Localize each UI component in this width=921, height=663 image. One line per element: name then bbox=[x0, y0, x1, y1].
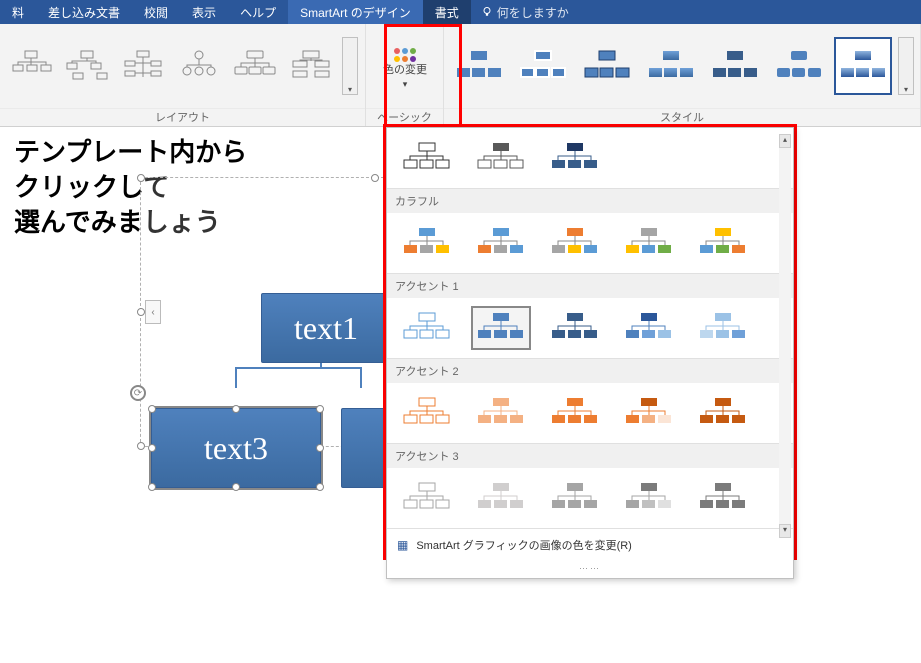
scrollbar-up-arrow[interactable]: ▴ bbox=[779, 134, 791, 148]
ribbon-group-layouts: レイアウト bbox=[0, 24, 366, 126]
dropdown-section-label: アクセント 3 bbox=[387, 443, 793, 468]
color-option[interactable] bbox=[471, 476, 531, 520]
tab-mailings[interactable]: 差し込み文書 bbox=[36, 0, 132, 24]
style-thumb[interactable] bbox=[450, 37, 508, 95]
color-option-selected[interactable] bbox=[471, 306, 531, 350]
resize-handle[interactable] bbox=[137, 308, 145, 316]
dropdown-row bbox=[387, 128, 793, 188]
dropdown-footer-label: SmartArt グラフィックの画像の色を変更(R) bbox=[416, 537, 632, 553]
color-option[interactable] bbox=[397, 136, 457, 180]
ribbon-group-label: ベーシック bbox=[366, 108, 443, 126]
color-option[interactable] bbox=[545, 391, 605, 435]
dropdown-section-label: アクセント 1 bbox=[387, 273, 793, 298]
resize-handle[interactable] bbox=[371, 174, 379, 182]
tab-view[interactable]: 表示 bbox=[180, 0, 228, 24]
smartart-node[interactable] bbox=[341, 408, 391, 488]
style-thumb[interactable] bbox=[642, 37, 700, 95]
layout-thumb[interactable] bbox=[62, 41, 112, 91]
color-dots-icon bbox=[394, 48, 416, 62]
resize-handle[interactable] bbox=[316, 405, 324, 413]
lightbulb-icon bbox=[481, 6, 493, 18]
color-change-button[interactable]: 色の変更 ▾ bbox=[370, 26, 440, 106]
color-option[interactable] bbox=[693, 476, 753, 520]
color-option[interactable] bbox=[471, 391, 531, 435]
layouts-more-button[interactable] bbox=[342, 37, 358, 95]
tab-smartart-design[interactable]: SmartArt のデザイン bbox=[288, 0, 423, 24]
ribbon: レイアウト 色の変更 ▾ ベーシック スタイル bbox=[0, 24, 921, 127]
color-option[interactable] bbox=[693, 221, 753, 265]
resize-handle[interactable] bbox=[232, 483, 240, 491]
color-option[interactable] bbox=[619, 306, 679, 350]
tab-help[interactable]: ヘルプ bbox=[228, 0, 288, 24]
color-change-label: 色の変更 bbox=[383, 64, 427, 77]
tab-fragment[interactable]: 料 bbox=[0, 0, 36, 24]
resize-handle[interactable] bbox=[137, 442, 145, 450]
picture-recolor-icon: ▦ bbox=[397, 538, 408, 552]
resize-handle[interactable] bbox=[148, 483, 156, 491]
dropdown-row bbox=[387, 383, 793, 443]
chevron-down-icon: ▾ bbox=[403, 79, 408, 90]
dropdown-section-label: カラフル bbox=[387, 188, 793, 213]
ribbon-group-label: レイアウト bbox=[0, 108, 365, 126]
resize-handle[interactable] bbox=[148, 405, 156, 413]
scrollbar-track[interactable] bbox=[779, 148, 791, 524]
color-option[interactable] bbox=[545, 136, 605, 180]
style-thumb[interactable] bbox=[578, 37, 636, 95]
layout-thumb[interactable] bbox=[118, 41, 168, 91]
color-option[interactable] bbox=[397, 391, 457, 435]
color-option[interactable] bbox=[545, 221, 605, 265]
scrollbar-down-arrow[interactable]: ▾ bbox=[779, 524, 791, 538]
layout-thumb[interactable] bbox=[286, 41, 336, 91]
style-thumb[interactable] bbox=[514, 37, 572, 95]
dropdown-row bbox=[387, 468, 793, 528]
color-option[interactable] bbox=[397, 221, 457, 265]
color-option[interactable] bbox=[619, 391, 679, 435]
dropdown-footer-item[interactable]: ▦ SmartArt グラフィックの画像の色を変更(R) bbox=[387, 528, 793, 561]
color-option[interactable] bbox=[397, 306, 457, 350]
node-text: text3 bbox=[204, 430, 268, 467]
layout-thumb[interactable] bbox=[230, 41, 280, 91]
tab-format[interactable]: 書式 bbox=[423, 0, 471, 24]
dropdown-scrollbar[interactable]: ▴ ▾ bbox=[779, 134, 791, 538]
resize-handle[interactable] bbox=[148, 444, 156, 452]
smartart-node-selected[interactable]: ⟳ text3 bbox=[151, 408, 321, 488]
color-option[interactable] bbox=[471, 221, 531, 265]
ribbon-group-label: スタイル bbox=[444, 108, 920, 126]
instruction-line: テンプレート内から bbox=[14, 135, 247, 170]
color-option[interactable] bbox=[545, 476, 605, 520]
resize-handle[interactable] bbox=[137, 174, 145, 182]
color-option[interactable] bbox=[619, 476, 679, 520]
resize-handle[interactable] bbox=[316, 444, 324, 452]
text-pane-toggle[interactable]: ‹ bbox=[145, 300, 161, 324]
color-option[interactable] bbox=[545, 306, 605, 350]
ribbon-tabs: 料 差し込み文書 校閲 表示 ヘルプ SmartArt のデザイン 書式 何をし… bbox=[0, 0, 921, 24]
color-option[interactable] bbox=[619, 221, 679, 265]
tab-review[interactable]: 校閲 bbox=[132, 0, 180, 24]
dropdown-row bbox=[387, 213, 793, 273]
layout-thumb[interactable] bbox=[6, 41, 56, 91]
color-change-dropdown: カラフル アクセント 1 アクセント 2 アクセント 3 ▦ SmartArt … bbox=[386, 127, 794, 579]
dropdown-row bbox=[387, 298, 793, 358]
style-thumb[interactable] bbox=[706, 37, 764, 95]
smartart-node[interactable]: text1 bbox=[261, 293, 391, 363]
layout-thumb[interactable] bbox=[174, 41, 224, 91]
resize-handle[interactable] bbox=[316, 483, 324, 491]
color-option[interactable] bbox=[397, 476, 457, 520]
color-option[interactable] bbox=[693, 306, 753, 350]
dropdown-section-label: アクセント 2 bbox=[387, 358, 793, 383]
tell-me-search[interactable]: 何をしますか bbox=[471, 0, 579, 24]
rotate-handle[interactable]: ⟳ bbox=[130, 385, 146, 401]
resize-handle[interactable] bbox=[232, 405, 240, 413]
ribbon-group-styles: スタイル bbox=[444, 24, 921, 126]
style-thumb[interactable] bbox=[834, 37, 892, 95]
color-option[interactable] bbox=[471, 136, 531, 180]
color-option[interactable] bbox=[693, 391, 753, 435]
ribbon-group-color: 色の変更 ▾ ベーシック bbox=[366, 24, 444, 126]
styles-more-button[interactable] bbox=[898, 37, 914, 95]
dropdown-resize-grip[interactable]: ⋯⋯ bbox=[387, 561, 793, 578]
tell-me-label: 何をしますか bbox=[497, 4, 569, 21]
style-thumb[interactable] bbox=[770, 37, 828, 95]
